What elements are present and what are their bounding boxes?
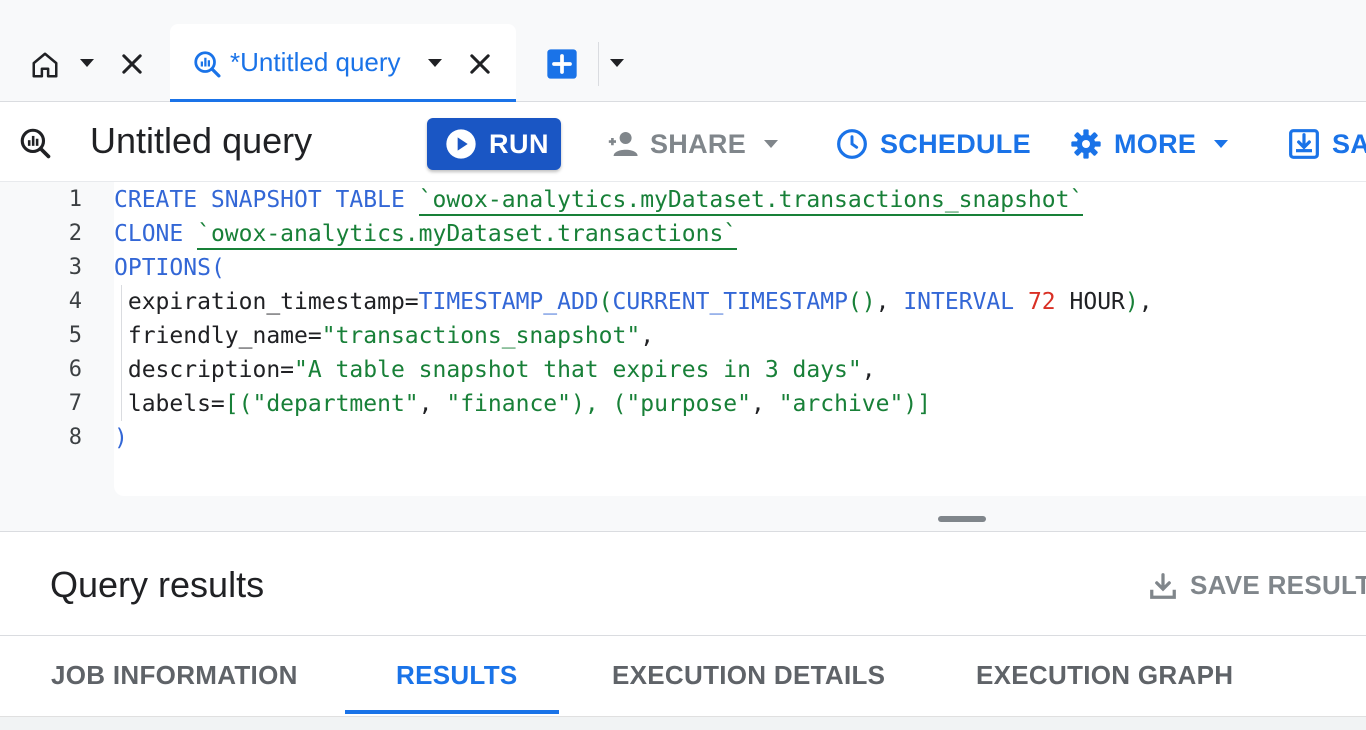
code-token: INTERVAL [903,289,1028,315]
code-token: HOUR [1055,289,1125,315]
line-number: 5 [68,323,82,348]
tab-home[interactable] [0,24,160,102]
share-button[interactable]: SHARE [604,124,779,164]
save-button[interactable]: SA [1288,124,1366,164]
line-number: 7 [68,391,82,416]
code-token: "department" [252,391,419,417]
code-token: ( [210,255,225,281]
code-token: ) [114,425,128,451]
code-token: "finance" [446,391,571,417]
code-token: ), ( [570,391,627,417]
tab-title: *Untitled query [230,47,401,77]
save-icon [1289,129,1319,159]
code-line: labels=[("department", "finance"), ("pur… [114,387,931,421]
resize-handle[interactable] [938,516,986,522]
chevron-down-icon[interactable] [610,59,624,67]
line-number: 3 [68,255,82,280]
close-icon[interactable] [118,50,146,78]
results-title: Query results [50,564,265,605]
code-token: "purpose" [626,391,751,417]
editor-panel: 1 2 3 4 5 6 7 8 CREATE SNAPSHOT TABLE `owox-ana… [0,182,1366,532]
line-number: 8 [68,425,82,450]
code-token: , [751,391,779,417]
results-body [0,716,1366,730]
query-icon [20,128,51,159]
save-button-label: SA [1332,128,1366,159]
code-token: "archive" [778,391,904,417]
results-tabs: JOB INFORMATION RESULTS EXECUTION DETAIL… [0,636,1366,716]
more-button[interactable]: MORE [1070,124,1229,164]
line-number: 6 [68,357,82,382]
code-token: `owox-analytics.myDataset.transactions` [197,221,738,250]
code-token: CLONE [114,221,198,247]
page-title: Untitled query [90,120,313,161]
code-token: TIMESTAMP_ADD [418,289,599,315]
save-results-button[interactable]: SAVE RESULTS [1148,570,1366,601]
code-line: expiration_timestamp=TIMESTAMP_ADD(CURRE… [114,285,1153,319]
code-token: () [847,289,876,315]
share-button-label: SHARE [650,128,747,159]
code-token: ) [1124,289,1139,315]
tab-results[interactable]: RESULTS [396,660,518,691]
code-line: ) [114,421,128,455]
line-number: 1 [68,187,82,212]
line-number: 2 [68,221,82,246]
code-token: "transactions_snapshot" [321,323,641,349]
code-token: "A table snapshot that expires in 3 days… [294,357,862,383]
tab-divider [598,42,599,86]
code-token: ( [598,289,613,315]
tab-bar: *Untitled query [0,0,1366,102]
code-token: 72 [1027,289,1056,315]
clock-icon [837,129,867,159]
save-results-label: SAVE RESULTS [1190,570,1366,600]
download-icon [1150,572,1176,599]
code-line: OPTIONS( [114,251,225,285]
code-token: friendly_name= [114,323,322,349]
code-line: CREATE SNAPSHOT TABLE `owox-analytics.my… [114,183,1084,217]
code-token: OPTIONS [114,255,211,281]
schedule-button-label: SCHEDULE [880,128,1031,159]
code-token: , [875,289,904,315]
run-button-label: RUN [489,128,549,159]
code-token: `owox-analytics.myDataset.transactions_s… [418,187,1084,216]
indent-guide [121,285,122,421]
code-token: , [418,391,447,417]
play-circle-icon [446,129,476,159]
line-number: 4 [68,289,82,314]
line-number-gutter: 1 2 3 4 5 6 7 8 [0,182,114,496]
plus-box-icon[interactable] [546,48,578,80]
query-icon [194,51,221,78]
tab-execution-details[interactable]: EXECUTION DETAILS [612,660,885,691]
run-button[interactable]: RUN [427,118,561,170]
code-token: [( [224,391,253,417]
close-icon[interactable] [466,50,494,78]
results-header: Query results SAVE RESULTS [0,532,1366,636]
code-token: , [640,323,655,349]
more-button-label: MORE [1114,128,1197,159]
chevron-down-icon [1214,140,1229,148]
chevron-down-icon[interactable] [80,59,94,67]
query-toolbar: Untitled query RUN SHARE SCHEDULE MORE S… [0,102,1366,182]
code-token: )] [903,391,932,417]
person-add-icon [608,132,638,156]
code-line: CLONE `owox-analytics.myDataset.transact… [114,217,738,251]
code-token: description= [114,357,295,383]
tab-job-information[interactable]: JOB INFORMATION [51,660,298,691]
active-tab-indicator [345,710,559,714]
chevron-down-icon [764,140,779,148]
code-token: , [1138,289,1153,315]
code-line: friendly_name="transactions_snapshot", [114,319,654,353]
code-token: CREATE SNAPSHOT TABLE [114,187,419,213]
code-token: expiration_timestamp= [114,289,419,315]
code-token: CURRENT_TIMESTAMP [612,289,848,315]
code-line: description="A table snapshot that expir… [114,353,876,387]
schedule-button[interactable]: SCHEDULE [836,124,1031,164]
tab-untitled-query[interactable]: *Untitled query [170,24,516,102]
code-token: , [861,357,876,383]
code-token: labels= [114,391,225,417]
home-icon[interactable] [30,50,60,80]
gear-icon [1071,129,1101,159]
chevron-down-icon[interactable] [428,59,442,67]
tab-execution-graph[interactable]: EXECUTION GRAPH [976,660,1233,691]
